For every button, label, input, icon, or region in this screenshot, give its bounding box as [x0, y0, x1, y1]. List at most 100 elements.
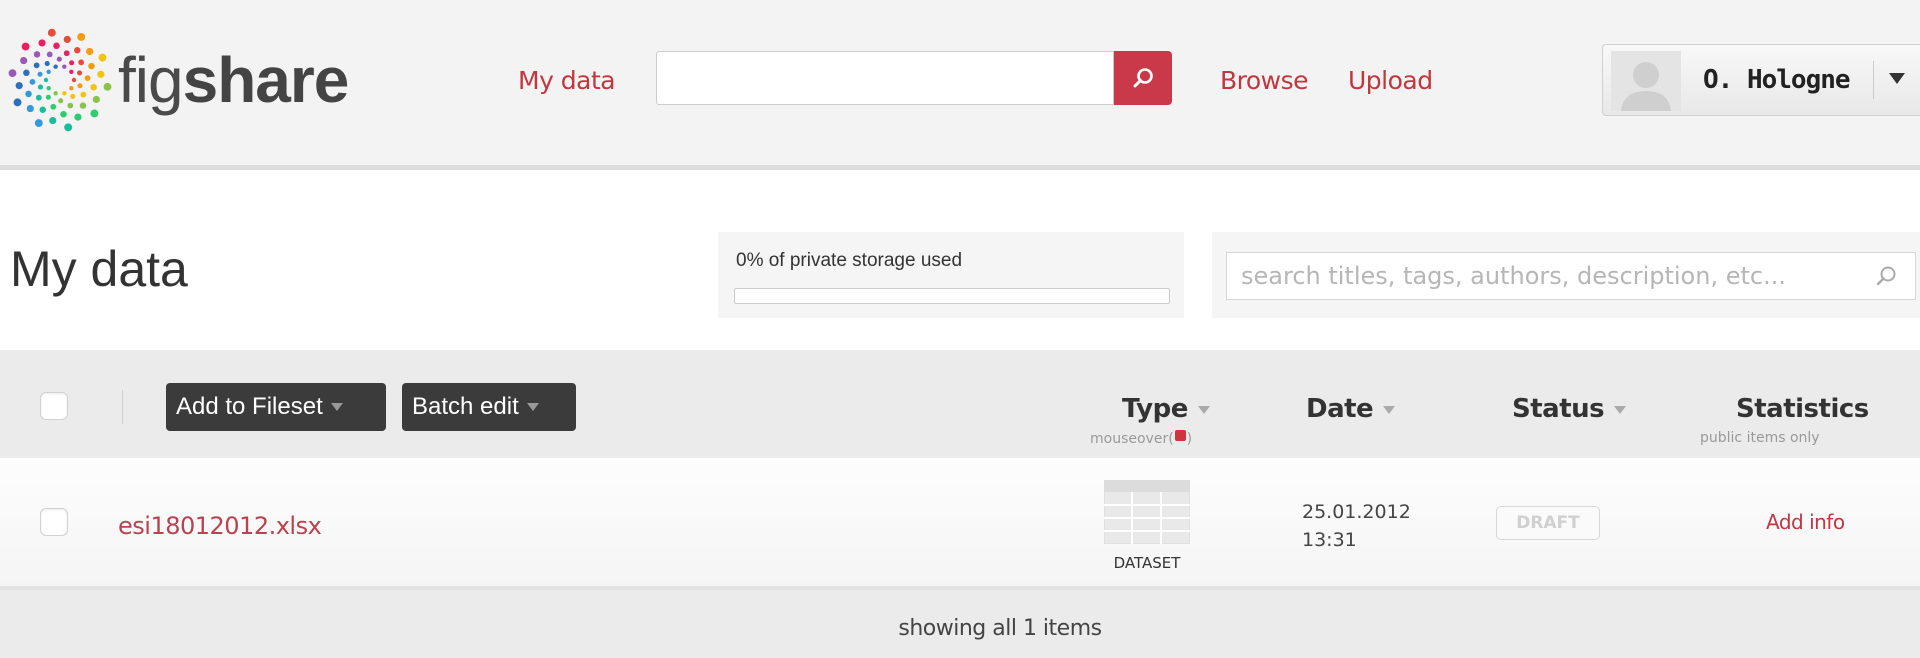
storage-progress-bar — [734, 288, 1170, 304]
data-search-panel — [1212, 232, 1920, 318]
logo-dot — [34, 119, 43, 128]
column-header-status-label: Status — [1512, 394, 1605, 424]
logo-dot — [69, 86, 74, 91]
chevron-down-icon — [330, 403, 343, 411]
column-header-type-label: Type — [1122, 394, 1188, 424]
logo-dot — [98, 53, 107, 62]
type-label: DATASET — [1113, 554, 1181, 572]
figshare-logo[interactable]: figshare — [8, 28, 349, 132]
logo-dot — [53, 42, 60, 50]
batch-edit-label: Batch edit — [412, 393, 519, 420]
logo-dot — [90, 83, 97, 91]
logo-dot — [56, 56, 62, 62]
logo-dot — [26, 104, 34, 113]
chevron-down-icon[interactable] — [1889, 73, 1905, 84]
user-name: O. Hologne — [1703, 65, 1851, 95]
logo-dot — [84, 75, 91, 82]
top-search-input[interactable] — [656, 51, 1114, 105]
status-badge: DRAFT — [1496, 506, 1600, 540]
logo-dot — [53, 64, 58, 69]
batch-edit-button[interactable]: Batch edit — [402, 383, 576, 431]
table-footer: showing all 1 items — [0, 590, 1920, 658]
nav-upload-link[interactable]: Upload — [1348, 66, 1433, 95]
table-row: esi18012012.xlsx DATASET 25.01.2012 13:3… — [0, 458, 1920, 590]
logo-dot — [58, 98, 64, 104]
nav-browse-link[interactable]: Browse — [1220, 66, 1309, 95]
nav-my-data-link[interactable]: My data — [518, 66, 616, 95]
search-icon[interactable] — [1874, 264, 1898, 288]
info-icon — [1174, 430, 1186, 441]
logo-dot — [37, 71, 43, 77]
logo-dot — [63, 35, 71, 44]
logo-dot — [77, 83, 83, 89]
logo-dot — [67, 102, 74, 109]
column-header-type[interactable]: Type — [1122, 394, 1210, 424]
logo-dot — [15, 82, 23, 90]
logo-dot — [37, 84, 43, 90]
header-divider — [122, 390, 123, 424]
top-header: figshare My data Browse Upload O. Hologn… — [0, 0, 1920, 170]
add-info-link[interactable]: Add info — [1766, 510, 1845, 534]
avatar-placeholder-icon — [1611, 51, 1681, 111]
logo-dot — [53, 91, 58, 96]
column-header-date[interactable]: Date — [1306, 394, 1396, 424]
logo-dot — [77, 32, 86, 41]
logo-dot — [77, 70, 83, 76]
file-name-link[interactable]: esi18012012.xlsx — [118, 512, 322, 540]
logo-dot — [35, 94, 42, 101]
logo-dot — [47, 28, 56, 37]
chevron-down-icon — [1383, 405, 1396, 414]
add-to-fileset-button[interactable]: Add to Fileset — [166, 383, 386, 431]
date-cell: 25.01.2012 13:31 — [1302, 498, 1411, 554]
logo-dot — [90, 109, 99, 118]
time-value: 13:31 — [1302, 529, 1357, 551]
logo-dot — [39, 106, 46, 113]
logo-dot — [79, 102, 87, 109]
select-all-checkbox[interactable] — [40, 392, 68, 420]
logo-dot — [8, 69, 17, 78]
top-search-button[interactable] — [1114, 51, 1172, 105]
logo-dot — [64, 123, 73, 132]
storage-usage-panel: 0% of private storage used — [718, 232, 1184, 318]
logo-dot — [74, 113, 82, 121]
chevron-down-icon — [1197, 405, 1210, 414]
logo-dot — [49, 116, 57, 125]
logo-dot — [29, 78, 36, 85]
logo-dot — [69, 69, 74, 74]
logo-dot — [78, 59, 85, 66]
logo-dot — [74, 47, 81, 54]
logo-dot — [46, 86, 51, 91]
figshare-logo-icon — [8, 28, 112, 132]
chevron-down-icon — [526, 403, 539, 411]
logo-dot — [69, 60, 75, 66]
logo-dot — [86, 47, 94, 56]
logo-dot — [20, 56, 28, 65]
logo-dot — [33, 62, 40, 69]
logo-dot — [33, 51, 41, 58]
avatar — [1611, 51, 1681, 111]
logo-dot — [38, 39, 46, 47]
date-value: 25.01.2012 — [1302, 501, 1411, 523]
logo-dot — [92, 95, 100, 104]
data-search-input[interactable] — [1226, 252, 1916, 300]
user-menu-divider — [1873, 61, 1874, 99]
logo-dot — [46, 69, 51, 74]
user-menu[interactable]: O. Hologne — [1602, 44, 1920, 116]
logo-dot — [62, 91, 67, 96]
logo-dot — [97, 70, 105, 78]
logo-dot — [25, 90, 32, 98]
search-icon — [1133, 68, 1153, 88]
logo-dot — [21, 42, 30, 51]
add-to-fileset-label: Add to Fileset — [176, 393, 323, 420]
storage-usage-label: 0% of private storage used — [736, 250, 963, 271]
column-header-statistics: Statistics — [1736, 394, 1869, 424]
logo-dot — [45, 94, 51, 100]
type-mouseover-hint: mouseover() — [1090, 430, 1193, 447]
logo-dot — [46, 51, 53, 58]
chevron-down-icon — [1614, 405, 1627, 414]
table-header: Add to Fileset Batch edit Type mouseover… — [0, 350, 1920, 458]
logo-dot — [70, 93, 76, 99]
row-checkbox[interactable] — [40, 508, 68, 536]
column-header-status[interactable]: Status — [1512, 394, 1627, 424]
dataset-table-icon[interactable] — [1104, 480, 1190, 544]
